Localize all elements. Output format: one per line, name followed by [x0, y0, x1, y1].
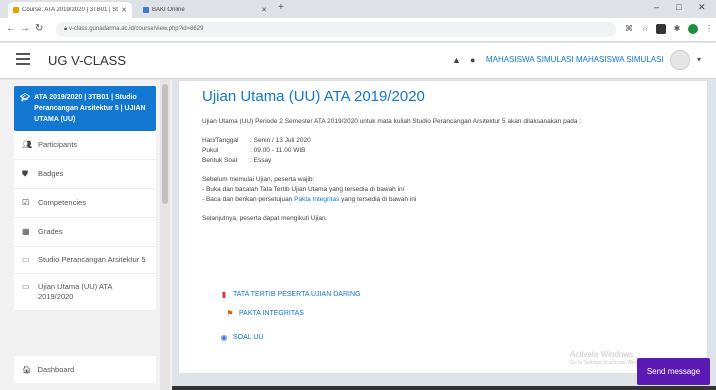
close-tab-icon[interactable]: ✕ [121, 6, 127, 14]
resource-label: SOAL UU [233, 333, 264, 341]
star-icon[interactable]: ☆ [640, 24, 650, 34]
puzzle-icon[interactable]: ✱ [672, 24, 682, 34]
bullet-pakta-pre: - Baca dan berikan persetujuan [202, 196, 295, 203]
hamburger-menu-icon[interactable] [16, 53, 30, 67]
drawer-item-dashboard[interactable]: 🏠︎ Dashboard [14, 356, 156, 383]
minimize-icon[interactable]: – [654, 2, 659, 12]
schedule-value: : 09.00 - 11.00 WIB [250, 147, 306, 154]
maximize-icon[interactable]: □ [676, 2, 681, 12]
schedule-key: Pukul [202, 147, 219, 154]
pakta-integritas-link[interactable]: Pakta Integritas [294, 196, 339, 203]
drawer-item-label: Badges [38, 169, 64, 178]
drawer-item-badges[interactable]: ⛊ Badges [14, 160, 156, 189]
send-message-button[interactable]: Send message [637, 358, 710, 385]
notification-bell-icon[interactable]: ▲ [452, 55, 461, 65]
address-bar-row: ← → ↻ 🔒︎ v-class.gunadarma.ac.id/course/… [0, 18, 716, 42]
menu-kebab-icon[interactable]: ⋮ [704, 24, 714, 34]
drawer-item-label: Ujian Utama (UU) ATA 2019/2020 [38, 282, 112, 301]
site-brand[interactable]: UG V-CLASS [48, 53, 126, 68]
resource-label: TATA TERTIB PESERTA UJIAN DARING [233, 290, 361, 298]
drawer-list: 🎓︎ ATA 2019/2020 | 3TB01 | Studio Peranc… [14, 86, 156, 311]
tab-title: BAKI Online [152, 7, 185, 13]
drawer-scrollbar-thumb[interactable] [162, 84, 168, 204]
dashboard-icon: 🏠︎ [22, 365, 32, 374]
schedule-key: Hari/Tanggal [202, 137, 239, 144]
drawer-item-grades[interactable]: ▦ Grades [14, 218, 156, 247]
avatar[interactable] [670, 50, 690, 70]
before-start-text: Sebelum memulai Ujian, peserta wajib: [202, 176, 315, 183]
browser-tab-bar: Course: ATA 2019/2020 | 3TB01 | Studio ✕… [0, 0, 716, 18]
resource-soal-uu[interactable]: ◉ SOAL UU [219, 332, 264, 342]
folder-icon: ▭ [22, 255, 30, 264]
pdf-icon: ▮ [221, 289, 227, 299]
schedule-value: : Senin / 13 Juli 2020 [250, 137, 311, 144]
close-window-icon[interactable]: ✕ [698, 2, 706, 13]
course-name: ATA 2019/2020 | 3TB01 | Studio Perancang… [34, 94, 146, 123]
main-region: Ujian Utama (UU) ATA 2019/2020 Ujian Uta… [174, 80, 716, 390]
user-name[interactable]: MAHASISWA SIMULASI MAHASISWA SIMULASI [486, 55, 664, 64]
resource-tata-tertib[interactable]: ▮ TATA TERTIB PESERTA UJIAN DARING [219, 289, 361, 299]
schedule-key: Bentuk Soal [202, 157, 238, 164]
resource-pakta-integritas[interactable]: ⚑ PAKTA INTEGRITAS [225, 308, 304, 318]
browser-tab-baki[interactable]: BAKI Online ✕ [138, 2, 272, 18]
graduation-cap-icon: 🎓︎ [20, 93, 31, 102]
drawer-item-label: Competencies [38, 198, 86, 207]
moodle-favicon-icon [13, 7, 19, 13]
resource-label: PAKTA INTEGRITAS [239, 309, 304, 317]
chevron-down-icon[interactable]: ▾ [697, 55, 701, 64]
page-footer-edge [172, 386, 716, 390]
url-field[interactable]: 🔒︎ v-class.gunadarma.ac.id/course/view.p… [56, 22, 616, 37]
drawer-item-section-studio[interactable]: ▭ Studio Perancangan Arsitektur 5 [14, 247, 156, 274]
back-icon[interactable]: ← [6, 23, 16, 34]
reload-icon[interactable]: ↻ [35, 23, 43, 34]
new-tab-button[interactable]: + [278, 2, 284, 13]
drawer-item-participants[interactable]: 👥︎ Participants [14, 131, 156, 160]
tab-title: Course: ATA 2019/2020 | 3TB01 | Studio [22, 7, 118, 13]
assignment-icon: ◉ [220, 332, 228, 342]
bullet-rules: - Buka dan bacalah Tata Tertib Ujian Uta… [202, 186, 405, 193]
translate-icon[interactable]: ⌘ [624, 24, 634, 34]
bullet-pakta-post: yang tersedia di bawah ini [339, 196, 417, 203]
folder-icon: ▭ [22, 282, 30, 291]
url-text: v-class.gunadarma.ac.id/course/view.php?… [68, 26, 204, 32]
instructions: Sebelum memulai Ujian, peserta wajib: - … [202, 175, 702, 205]
close-tab-icon[interactable]: ✕ [261, 6, 267, 14]
profile-icon[interactable] [688, 24, 698, 34]
feedback-icon: ⚑ [226, 308, 234, 318]
table-icon: ▦ [22, 227, 30, 236]
drawer-item-competencies[interactable]: ☑ Competencies [14, 189, 156, 218]
drawer-item-label: Studio Perancangan Arsitektur 5 [38, 255, 146, 264]
drawer-item-label: Dashboard [37, 365, 75, 374]
page-title: Ujian Utama (UU) ATA 2019/2020 [202, 88, 425, 105]
schedule-value: : Essay [250, 157, 272, 164]
extension-icon[interactable] [656, 24, 666, 34]
watermark-line1: Activate Windows [570, 350, 634, 359]
drawer-item-section-ujian[interactable]: ▭ Ujian Utama (UU) ATA 2019/2020 [14, 274, 156, 311]
exam-description: Ujian Utama (UU) Periode 2 Semester ATA … [202, 117, 702, 233]
drawer-item-course[interactable]: 🎓︎ ATA 2019/2020 | 3TB01 | Studio Peranc… [14, 86, 156, 131]
forward-icon[interactable]: → [20, 23, 30, 34]
messages-icon[interactable]: ● [470, 55, 475, 65]
checkbox-icon: ☑ [22, 198, 30, 207]
drawer-item-label: Participants [38, 140, 78, 149]
content-card: Ujian Utama (UU) ATA 2019/2020 Ujian Uta… [178, 80, 708, 374]
shield-icon: ⛊ [22, 169, 28, 178]
drawer-item-label: Grades [38, 227, 63, 236]
users-icon: 👥︎ [22, 140, 33, 149]
follow-text: Selanjutnya, peserta dapat mengikuti Uji… [202, 215, 328, 222]
intro-text: Ujian Utama (UU) Periode 2 Semester ATA … [202, 118, 582, 125]
browser-tab-course[interactable]: Course: ATA 2019/2020 | 3TB01 | Studio ✕ [8, 2, 132, 18]
baki-favicon-icon [143, 7, 149, 13]
site-navbar: UG V-CLASS ▲ ● MAHASISWA SIMULASI MAHASI… [0, 43, 716, 79]
schedule-list: Hari/Tanggal : Senin / 13 Juli 2020 Puku… [202, 136, 702, 166]
